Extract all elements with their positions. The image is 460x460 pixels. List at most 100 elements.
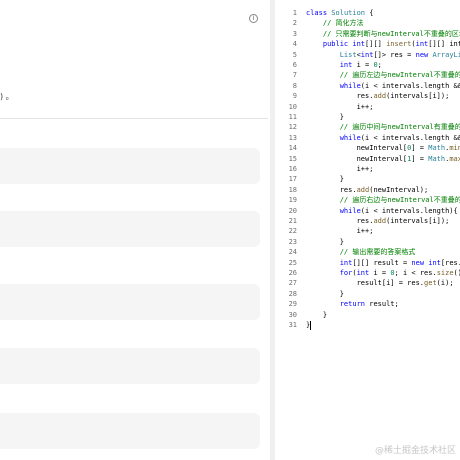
- line-number: 20: [288, 206, 297, 215]
- code-token: // 只需要判断与newInterval不重叠的区域,: [322, 29, 460, 38]
- code-text: res.add(intervals[i]);: [306, 216, 450, 226]
- code-token: return: [339, 300, 370, 309]
- line-number: 24: [288, 248, 297, 257]
- line-number: 19: [288, 196, 297, 205]
- code-token: int: [360, 50, 374, 59]
- watermark: @稀土掘金技术社区: [374, 446, 456, 456]
- code-token: int: [415, 40, 429, 49]
- code-token: min: [449, 144, 460, 153]
- list-item[interactable]: [0, 211, 260, 247]
- code-token: public int: [322, 40, 366, 49]
- code-token: int: [339, 61, 357, 69]
- line-number: 12: [288, 123, 297, 132]
- code-text: class Solution {: [306, 8, 373, 18]
- line-number: 31: [288, 321, 297, 329]
- line-number: 22: [288, 227, 297, 236]
- line-number: 7: [292, 71, 297, 80]
- code-text: newInterval[1] = Math.max(n: [306, 154, 460, 164]
- code-text: result[i] = res.get(i);: [306, 278, 454, 288]
- line-number: 10: [288, 102, 297, 111]
- code-text: List<int[]> res = new ArrayList: [306, 50, 460, 60]
- info-circle-icon[interactable]: i: [249, 14, 258, 23]
- code-text: i++;: [306, 102, 374, 112]
- code-token: {: [369, 9, 374, 17]
- line-number: 26: [288, 269, 297, 277]
- code-token: (i < intervals.length && i: [360, 133, 460, 142]
- code-token: ArrayList: [432, 50, 460, 59]
- line-number: 9: [292, 92, 297, 101]
- description-fragment: ) 。: [0, 92, 14, 101]
- code-text: i++;: [306, 164, 374, 174]
- code-token: while: [339, 206, 361, 215]
- code-token: res.: [306, 92, 374, 101]
- list-item[interactable]: [0, 348, 260, 384]
- code-token: []> res =: [373, 50, 416, 59]
- problem-panel: i ) 。: [0, 0, 270, 460]
- code-token: }: [306, 310, 328, 319]
- code-token: // 简化方法: [322, 19, 364, 28]
- line-number: 17: [288, 175, 297, 184]
- code-token: (i < intervals.length && i: [360, 81, 460, 90]
- line-number: 21: [288, 217, 297, 225]
- code-text: while(i < intervals.length){: [306, 206, 458, 216]
- line-number: 27: [288, 279, 297, 288]
- code-token: i++;: [306, 102, 374, 111]
- code-text: // 只需要判断与newInterval不重叠的区域,: [306, 29, 460, 39]
- code-token: (); i++): [453, 269, 460, 277]
- code-token: (i);: [436, 279, 454, 288]
- line-number: 25: [288, 258, 297, 267]
- code-token: ] =: [411, 144, 429, 153]
- code-token: // 遍历左边与newInterval不重叠的区: [339, 71, 460, 80]
- line-number: 5: [292, 50, 297, 59]
- code-token: while: [339, 81, 361, 90]
- line-number: 28: [288, 289, 297, 298]
- code-token: i++;: [306, 165, 374, 173]
- list-item[interactable]: [0, 413, 260, 449]
- line-number: 14: [288, 144, 297, 153]
- code-token: Solution: [331, 9, 370, 17]
- code-token: [][]: [365, 40, 387, 49]
- code-text: while(i < intervals.length && i: [306, 81, 460, 91]
- code-editor[interactable]: 1 class Solution {2 // 简化方法 3 // 只需要判断与new…: [275, 0, 460, 460]
- code-text: int i = 0;: [306, 60, 382, 70]
- code-token: }: [306, 113, 344, 121]
- line-number: 23: [288, 237, 297, 246]
- line-number: 3: [292, 29, 297, 38]
- code-token: // 输出需要的答案格式: [339, 248, 416, 257]
- code-text: // 简化方法: [306, 18, 364, 28]
- code-token: add: [373, 92, 387, 101]
- code-token: ;: [377, 61, 382, 69]
- list-item[interactable]: [0, 148, 260, 184]
- line-number: 29: [288, 300, 297, 309]
- code-token: // 遍历中间与newInterval有重叠的部: [339, 123, 460, 132]
- code-token: newInterval[: [306, 154, 408, 163]
- code-token: for: [339, 269, 353, 277]
- list-item[interactable]: [0, 284, 260, 320]
- code-token: (intervals[i]);: [386, 92, 450, 101]
- code-text: // 遍历中间与newInterval有重叠的部: [306, 122, 460, 132]
- code-token: [][] result =: [352, 258, 412, 267]
- code-text: res.add(intervals[i]);: [306, 91, 450, 101]
- code-token: (intervals[i]);: [386, 217, 450, 225]
- code-text: }: [306, 320, 312, 330]
- code-token: while: [339, 133, 361, 142]
- code-token: (i < intervals.length){: [360, 206, 458, 215]
- line-number: 11: [288, 113, 297, 121]
- code-token: size: [436, 269, 454, 277]
- code-token: [][] interv: [428, 40, 460, 49]
- code-text: }: [306, 112, 344, 122]
- code-token: }: [306, 237, 344, 246]
- line-number: 16: [288, 165, 297, 173]
- line-number: 30: [288, 310, 297, 319]
- code-token: add: [356, 185, 370, 194]
- code-token: }: [306, 175, 344, 184]
